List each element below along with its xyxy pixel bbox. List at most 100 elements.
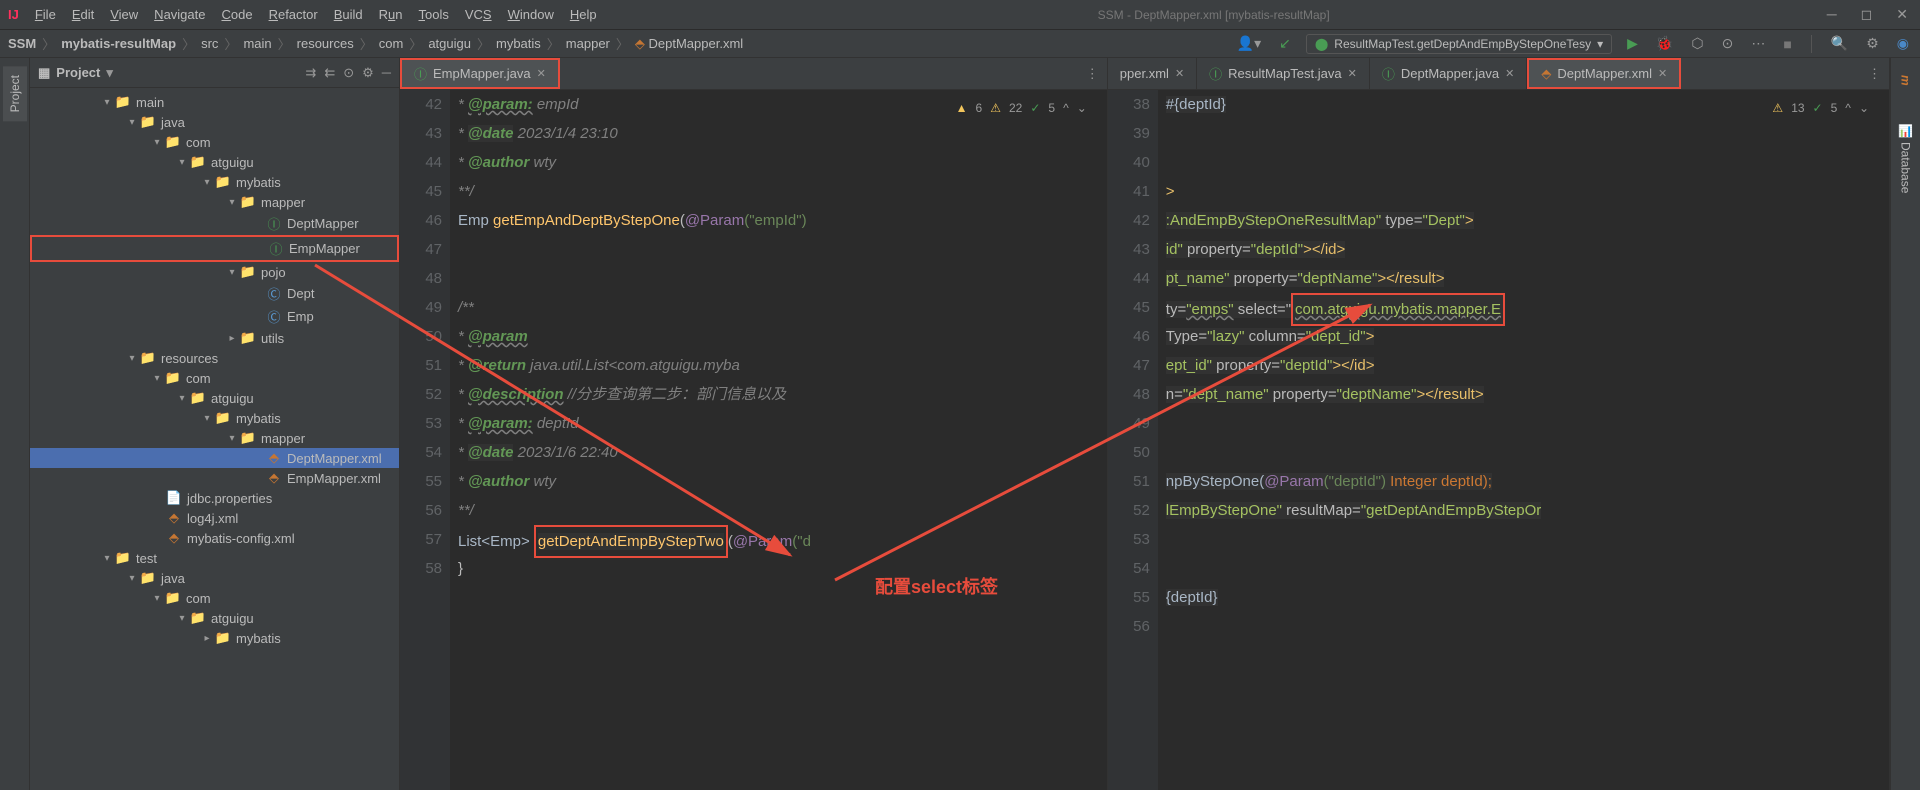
tree-jdbc[interactable]: 📄jdbc.properties [30, 488, 399, 508]
tree-log4j[interactable]: ⬘log4j.xml [30, 508, 399, 528]
tree-emp[interactable]: ⒸEmp [30, 305, 399, 328]
code-content-left[interactable]: * @param: empId * @date 2023/1/4 23:10 *… [450, 90, 1107, 790]
maximize-button[interactable]: ◻ [1857, 6, 1877, 23]
expand-all-icon[interactable]: ⇉ [305, 65, 316, 81]
editor-tabs-left: ⒾEmpMapper.java✕ ⋮ [400, 58, 1107, 90]
menu-help[interactable]: Help [562, 7, 605, 22]
attach-button[interactable]: ⋯ [1748, 35, 1768, 52]
menu-code[interactable]: Code [213, 7, 260, 22]
close-button[interactable]: ✕ [1892, 6, 1912, 23]
breadcrumb-part[interactable]: main [243, 36, 271, 51]
tree-deptmapper[interactable]: ⒾDeptMapper [30, 212, 399, 235]
tab-pper-xml[interactable]: pper.xml✕ [1108, 58, 1197, 89]
project-tool-tab[interactable]: Project [3, 66, 27, 121]
breadcrumb-project[interactable]: SSM [8, 36, 36, 51]
tree-mybatis2[interactable]: ▾📁mybatis [30, 408, 399, 428]
left-tool-stripe: Project [0, 58, 30, 790]
ai-icon[interactable]: ◉ [1894, 35, 1912, 52]
breadcrumb-part[interactable]: src [201, 36, 218, 51]
tree-empmapper-xml[interactable]: ⬘EmpMapper.xml [30, 468, 399, 488]
breadcrumb-part[interactable]: com [379, 36, 404, 51]
menu-navigate[interactable]: Navigate [146, 7, 213, 22]
code-editor-left[interactable]: ▲6 ⚠22 ✓5 ^⌄ 42 43 44 45 46 47 48 49 50 … [400, 90, 1107, 790]
menu-view[interactable]: View [102, 7, 146, 22]
tree-mybatis[interactable]: ▾📁mybatis [30, 172, 399, 192]
profile-button[interactable]: ⊙ [1719, 35, 1737, 52]
maven-tool-tab[interactable]: m [1894, 66, 1918, 95]
menu-tools[interactable]: Tools [411, 7, 457, 22]
tree-test-mybatis[interactable]: ▸📁mybatis [30, 628, 399, 648]
editor-pane-left: ⒾEmpMapper.java✕ ⋮ ▲6 ⚠22 ✓5 ^⌄ 42 43 44… [400, 58, 1108, 790]
coverage-button[interactable]: ⬡ [1688, 35, 1706, 52]
gutter-left: 42 43 44 45 46 47 48 49 50 51 52 53 54 5… [400, 90, 450, 790]
tree-atguigu[interactable]: ▾📁atguigu [30, 152, 399, 172]
tab-more-icon[interactable]: ⋮ [1078, 66, 1107, 82]
editor-area: ⒾEmpMapper.java✕ ⋮ ▲6 ⚠22 ✓5 ^⌄ 42 43 44… [400, 58, 1890, 790]
window-title: SSM - DeptMapper.xml [mybatis-resultMap] [605, 8, 1823, 22]
stop-button[interactable]: ■ [1780, 36, 1794, 52]
tree-dept[interactable]: ⒸDept [30, 282, 399, 305]
minimize-button[interactable]: ─ [1823, 6, 1841, 23]
menu-file[interactable]: FFileile [27, 7, 64, 22]
tree-test-java[interactable]: ▾📁java [30, 568, 399, 588]
hide-icon[interactable]: ─ [382, 65, 391, 80]
tab-deptmapper-xml[interactable]: ⬘DeptMapper.xml✕ [1527, 58, 1681, 89]
tree-test[interactable]: ▾📁test [30, 548, 399, 568]
app-icon: IJ [8, 7, 19, 22]
project-panel: ▦ Project ▾ ⇉ ⇇ ⊙ ⚙ ─ ▾📁main ▾📁java ▾📁co… [30, 58, 400, 790]
tree-utils[interactable]: ▸📁utils [30, 328, 399, 348]
inspection-widget[interactable]: ⚠13 ✓5 ^⌄ [1772, 94, 1869, 123]
project-tree[interactable]: ▾📁main ▾📁java ▾📁com ▾📁atguigu ▾📁mybatis … [30, 88, 399, 790]
inspection-widget[interactable]: ▲6 ⚠22 ✓5 ^⌄ [956, 94, 1087, 123]
tree-atguigu2[interactable]: ▾📁atguigu [30, 388, 399, 408]
back-icon[interactable]: ↙ [1276, 35, 1294, 52]
tree-mapper[interactable]: ▾📁mapper [30, 192, 399, 212]
search-icon[interactable]: 🔍 [1828, 35, 1851, 52]
tree-test-atguigu[interactable]: ▾📁atguigu [30, 608, 399, 628]
breadcrumb-part[interactable]: atguigu [428, 36, 471, 51]
menu-refactor[interactable]: Refactor [261, 7, 326, 22]
tree-mybatis-config[interactable]: ⬘mybatis-config.xml [30, 528, 399, 548]
gear-icon[interactable]: ⚙ [362, 65, 374, 81]
tab-more-icon[interactable]: ⋮ [1860, 66, 1889, 82]
breadcrumb-part[interactable]: resources [297, 36, 354, 51]
menu-window[interactable]: Window [500, 7, 562, 22]
tab-deptmapper-java[interactable]: ⒾDeptMapper.java✕ [1370, 58, 1528, 89]
project-panel-title[interactable]: ▦ Project ▾ [38, 65, 297, 81]
right-tool-stripe: m 📊 Database [1890, 58, 1920, 790]
user-icon[interactable]: 👤▾ [1234, 35, 1264, 52]
tab-empmapper-java[interactable]: ⒾEmpMapper.java✕ [400, 58, 560, 89]
close-icon[interactable]: ✕ [537, 67, 546, 80]
tree-com2[interactable]: ▾📁com [30, 368, 399, 388]
breadcrumb-module[interactable]: mybatis-resultMap [61, 36, 176, 51]
menu-build[interactable]: Build [326, 7, 371, 22]
tree-java[interactable]: ▾📁java [30, 112, 399, 132]
run-configuration-select[interactable]: ⬤ ResultMapTest.getDeptAndEmpByStepOneTe… [1306, 34, 1612, 54]
breadcrumb-file[interactable]: ⬘ DeptMapper.xml [635, 36, 743, 52]
database-tool-tab[interactable]: 📊 Database [1894, 115, 1918, 202]
tree-main[interactable]: ▾📁main [30, 92, 399, 112]
annotation-label: 配置select标签 [875, 573, 998, 599]
code-editor-right[interactable]: ⚠13 ✓5 ^⌄ 38 39 40 41 42 43 44 45 46 47 … [1108, 90, 1889, 790]
menu-vcs[interactable]: VCS [457, 7, 500, 22]
tree-mapper2[interactable]: ▾📁mapper [30, 428, 399, 448]
menu-edit[interactable]: Edit [64, 7, 102, 22]
run-button[interactable]: ▶ [1624, 35, 1641, 52]
collapse-all-icon[interactable]: ⇇ [324, 65, 335, 81]
settings-icon[interactable]: ⚙ [1863, 35, 1882, 52]
tree-test-com[interactable]: ▾📁com [30, 588, 399, 608]
tree-pojo[interactable]: ▾📁pojo [30, 262, 399, 282]
breadcrumb: SSM 〉 mybatis-resultMap 〉 src〉 main〉 res… [8, 34, 1234, 53]
tree-resources[interactable]: ▾📁resources [30, 348, 399, 368]
code-content-right[interactable]: #{deptId} > :AndEmpByStepOneResultMap" t… [1158, 90, 1889, 790]
select-opened-icon[interactable]: ⊙ [343, 65, 354, 81]
tree-com[interactable]: ▾📁com [30, 132, 399, 152]
menu-run[interactable]: Run [371, 7, 411, 22]
breadcrumb-part[interactable]: mapper [566, 36, 610, 51]
gutter-right: 38 39 40 41 42 43 44 45 46 47 48 49 50 5… [1108, 90, 1158, 790]
tab-resultmaptest[interactable]: ⒾResultMapTest.java✕ [1197, 58, 1370, 89]
tree-empmapper[interactable]: ⒾEmpMapper [30, 235, 399, 262]
tree-deptmapper-xml[interactable]: ⬘DeptMapper.xml [30, 448, 399, 468]
breadcrumb-part[interactable]: mybatis [496, 36, 541, 51]
debug-button[interactable]: 🐞 [1653, 35, 1676, 52]
